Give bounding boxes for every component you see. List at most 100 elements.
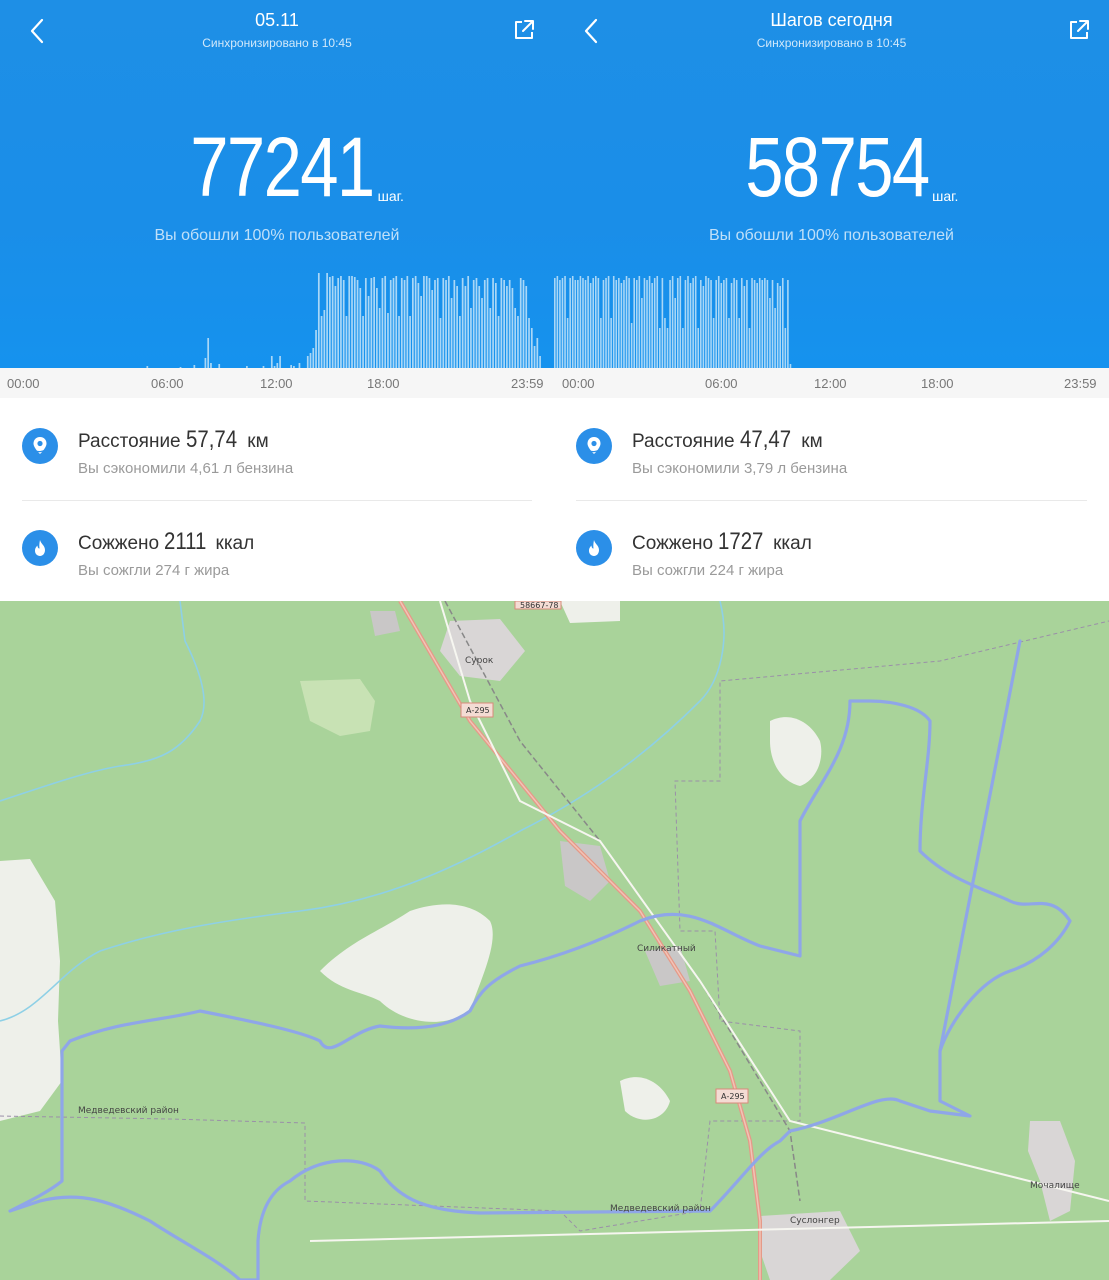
histogram-bar [439, 318, 442, 368]
histogram-bar [481, 298, 483, 368]
location-pin-icon [22, 428, 58, 464]
histogram-bar [370, 278, 373, 368]
histogram-bar [472, 280, 475, 368]
steps-histogram [0, 258, 554, 368]
road-label: 58667-78 [520, 601, 559, 610]
histogram-bar [682, 328, 684, 368]
histogram-bar [340, 276, 342, 368]
histogram-bar [764, 278, 766, 368]
histogram-bar [620, 283, 623, 368]
calories-line: Сожжено 1727 ккал [632, 528, 812, 556]
road-label: А-295 [466, 706, 490, 715]
histogram-bar [666, 328, 669, 368]
steps-panel-left: 05.11 Синхронизировано в 10:45 77241 шаг… [0, 0, 554, 601]
histogram-bar [766, 280, 769, 368]
histogram-bar [600, 318, 602, 368]
flame-icon [576, 530, 612, 566]
histogram-bar [679, 276, 682, 368]
histogram-bar [489, 308, 492, 368]
histogram-bar [359, 288, 362, 368]
histogram-bar [676, 278, 679, 368]
histogram-bar [497, 316, 500, 368]
place-label: Медведевский район [610, 1204, 711, 1214]
histogram-bar [669, 280, 671, 368]
histogram-bar [317, 273, 320, 368]
histogram-bar [342, 280, 345, 368]
histogram-bar [700, 280, 702, 368]
histogram-bar [664, 318, 666, 368]
tick-label: 23:59 [1064, 376, 1097, 391]
histogram-bar [475, 278, 478, 368]
histogram-bar [403, 280, 406, 368]
histogram-bar [431, 290, 434, 368]
tick-label: 06:00 [151, 376, 184, 391]
histogram-bar [387, 313, 389, 368]
histogram-bar [525, 286, 528, 368]
road-label: А-295 [721, 1092, 745, 1101]
histogram-bar [329, 277, 331, 368]
histogram-bar [781, 278, 784, 368]
calories-value: 1727 [718, 528, 764, 555]
histogram-bar [741, 278, 743, 368]
histogram-bar [309, 353, 312, 368]
histogram-bar [331, 276, 334, 368]
histogram-bar [514, 308, 517, 368]
tick-label: 18:00 [367, 376, 400, 391]
location-pin-icon [576, 428, 612, 464]
share-button[interactable] [1063, 14, 1095, 46]
histogram-bar [730, 283, 733, 368]
histogram-bar [712, 318, 715, 368]
histogram-bar [519, 278, 522, 368]
histogram-bar [400, 278, 403, 368]
place-label: Суслонгер [790, 1216, 840, 1226]
distance-card[interactable]: Расстояние 47,47 км Вы сэкономили 3,79 л… [576, 400, 1087, 490]
share-button[interactable] [508, 14, 540, 46]
steps-count-row: 77241 шаг. [0, 122, 554, 212]
histogram-bar [623, 280, 625, 368]
histogram-bar [725, 278, 728, 368]
steps-header: 05.11 Синхронизировано в 10:45 77241 шаг… [0, 0, 554, 368]
histogram-bar [392, 278, 395, 368]
histogram-bar [436, 278, 439, 368]
distance-card[interactable]: Расстояние 57,74 км Вы сэкономили 4,61 л… [22, 400, 532, 490]
distance-line: Расстояние 47,47 км [632, 426, 823, 454]
distance-value: 47,47 [739, 426, 791, 453]
histogram-bar [445, 280, 447, 368]
histogram-bar [270, 356, 273, 368]
calories-card[interactable]: Сожжено 1727 ккал Вы сожгли 224 г жира [576, 502, 1087, 592]
divider [576, 500, 1087, 501]
histogram-bar [615, 280, 618, 368]
histogram-bar [758, 278, 761, 368]
fat-burned-text: Вы сожгли 224 г жира [632, 562, 784, 579]
histogram-bar [748, 328, 751, 368]
histogram-bar [312, 348, 315, 368]
histogram-bar [453, 280, 456, 368]
histogram-bar [362, 316, 364, 368]
calories-unit: ккал [773, 533, 812, 554]
histogram-bar [738, 318, 741, 368]
map-town [560, 601, 620, 623]
route-map[interactable]: А-295 58667-78 А-295 Сурок Силикатный Ме… [0, 601, 1109, 1280]
tick-label: 12:00 [814, 376, 847, 391]
histogram-bar [378, 308, 381, 368]
histogram-bar [348, 276, 351, 368]
histogram-bar [395, 276, 398, 368]
histogram-bar [779, 286, 782, 368]
histogram-bar [587, 276, 589, 368]
histogram-bar [582, 278, 584, 368]
calories-label: Сожжено [632, 533, 714, 554]
time-axis: 00:00 06:00 12:00 18:00 23:59 [0, 368, 554, 398]
steps-count: 58754 [744, 120, 930, 214]
calories-label: Сожжено [78, 533, 160, 554]
histogram-bar [566, 318, 569, 368]
histogram-bar [367, 296, 370, 368]
page-title: 05.11 [255, 10, 299, 30]
calories-card[interactable]: Сожжено 2111 ккал Вы сожгли 274 г жира [22, 502, 532, 592]
ranking-text: Вы обошли 100% пользователей [709, 227, 954, 244]
histogram-bar [633, 278, 635, 368]
histogram-bar [656, 276, 659, 368]
distance-unit: км [247, 431, 269, 452]
histogram-bar [315, 330, 317, 368]
histogram-bar [450, 298, 453, 368]
histogram-bar [530, 328, 533, 368]
